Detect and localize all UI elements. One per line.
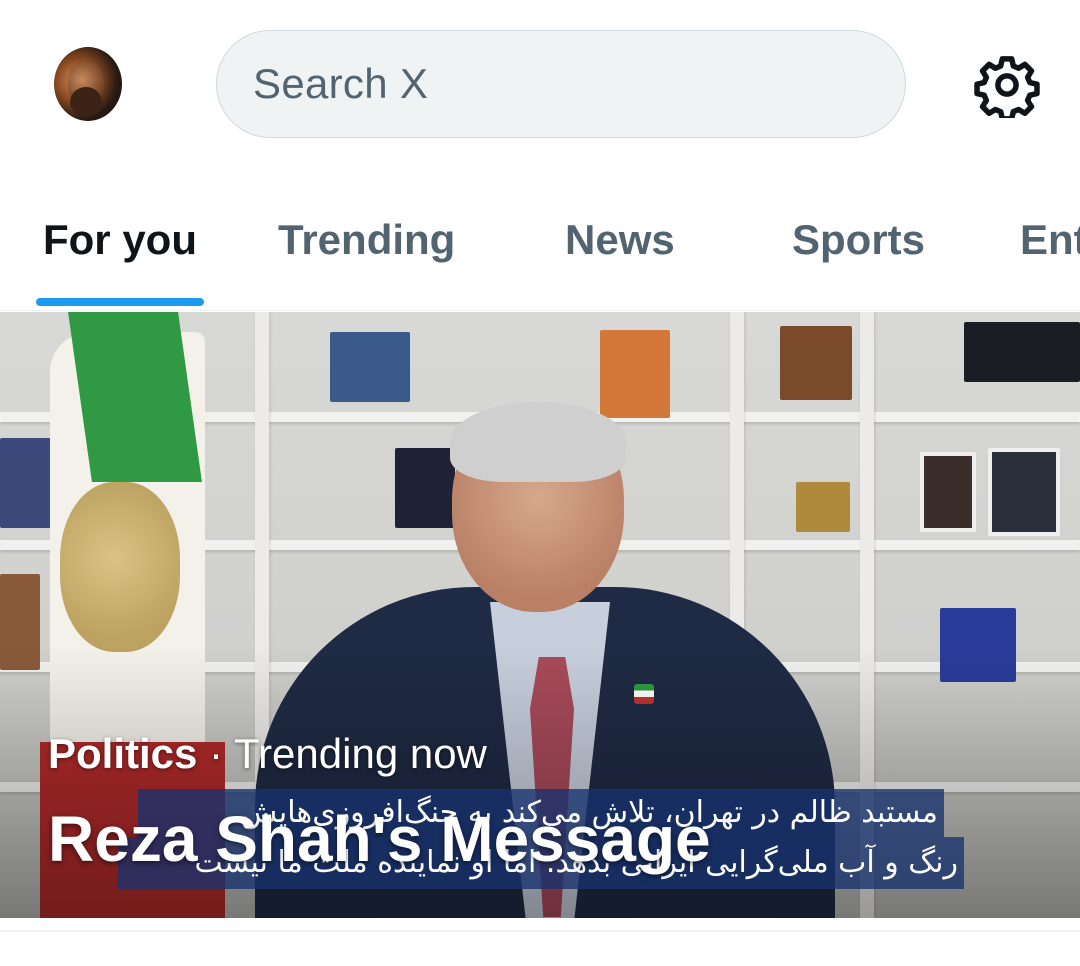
tab-entertainment[interactable]: Ent [1020,216,1080,264]
profile-avatar[interactable] [54,47,122,121]
explore-tabs: For you Trending News Sports Ent [0,190,1080,310]
tab-sports[interactable]: Sports [792,216,925,264]
search-placeholder: Search X [253,60,429,107]
top-header: Search X [0,0,1080,170]
trend-category: Politics [48,730,198,777]
trending-hero-card[interactable]: مستبد ظالم در تهران، تلاش می‌کند به جنگ‌… [0,312,1080,918]
tab-news[interactable]: News [565,216,675,264]
tab-for-you[interactable]: For you [43,216,197,264]
section-divider [0,930,1080,932]
gear-icon[interactable] [974,52,1040,118]
trend-status: Trending now [233,730,487,777]
meta-separator: · [197,730,234,777]
tab-trending[interactable]: Trending [278,216,455,264]
trend-meta: Politics · Trending now [48,730,487,778]
avatar-beard [70,87,102,117]
trend-title[interactable]: Reza Shah's Message [48,802,711,876]
active-tab-indicator [36,298,204,306]
tabs-divider [0,310,1080,311]
search-input[interactable]: Search X [216,30,906,138]
